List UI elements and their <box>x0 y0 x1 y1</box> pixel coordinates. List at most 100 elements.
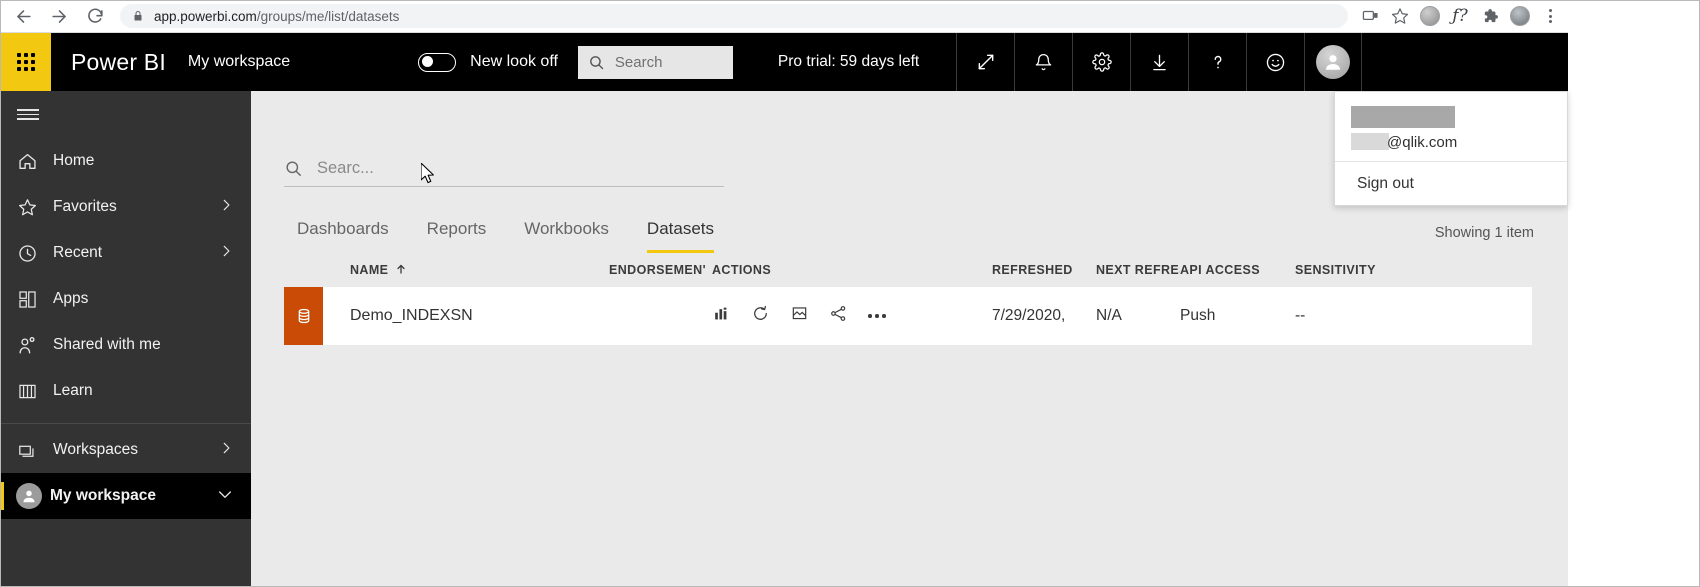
new-look-toggle[interactable] <box>418 52 457 72</box>
sidebar-item-label: Learn <box>53 382 93 399</box>
column-header-endorsement[interactable]: ENDORSEMEN' <box>609 263 712 277</box>
sidebar-item-learn[interactable]: Learn <box>0 368 251 414</box>
forward-arrow-icon[interactable] <box>44 1 74 31</box>
header-search-placeholder: Search <box>614 53 663 71</box>
search-input[interactable]: Searc... <box>284 151 724 187</box>
sidebar-item-shared-with-me[interactable]: Shared with me <box>0 322 251 368</box>
row-action-icons <box>712 304 992 328</box>
header-icon-group <box>956 33 1363 91</box>
star-icon <box>17 197 45 218</box>
tab-reports[interactable]: Reports <box>427 219 487 253</box>
create-report-chart-icon[interactable] <box>712 304 731 328</box>
sidebar-item-label: Apps <box>53 290 89 307</box>
hamburger-menu-icon[interactable] <box>0 91 251 138</box>
sort-arrow-up-icon <box>395 263 407 278</box>
column-header-next-refresh[interactable]: NEXT REFRESI <box>1096 263 1180 277</box>
header-search-box[interactable]: Search <box>577 45 733 79</box>
browser-action-icons: ƒ? <box>1356 2 1568 30</box>
fx-extension-icon[interactable]: ƒ? <box>1446 2 1474 30</box>
account-identity: @qlik.com <box>1335 92 1567 161</box>
table-header-row: NAME ENDORSEMEN' ACTIONS REFRESHED NEXT … <box>251 253 1568 287</box>
dataset-refreshed: 7/29/2020, <box>992 307 1066 324</box>
account-dropdown-menu: @qlik.com Sign out <box>1334 91 1568 206</box>
waffle-grid <box>16 53 35 71</box>
sidebar-item-recent[interactable]: Recent <box>0 230 251 276</box>
right-page-filler <box>1568 0 1700 587</box>
url-domain: app.powerbi.com <box>154 8 257 24</box>
download-icon[interactable] <box>1130 33 1188 91</box>
sidebar-item-label: Home <box>53 152 95 169</box>
screen-root: app.powerbi.com/groups/me/list/datasets … <box>0 0 1700 587</box>
settings-gear-icon[interactable] <box>1072 33 1130 91</box>
column-header-name[interactable]: NAME <box>284 263 609 278</box>
back-arrow-icon[interactable] <box>8 1 38 31</box>
book-icon <box>17 381 45 402</box>
hamburger-lines <box>17 107 39 123</box>
sidebar-item-label: Shared with me <box>53 336 161 353</box>
content-tabs: Dashboards Reports Workbooks Datasets Sh… <box>251 209 1568 253</box>
tab-dashboards[interactable]: Dashboards <box>297 219 389 253</box>
browser-nav-buttons <box>0 1 110 31</box>
chevron-right-icon <box>219 441 233 460</box>
column-header-actions: ACTIONS <box>712 263 772 277</box>
dataset-name[interactable]: Demo_INDEXSN <box>323 307 609 325</box>
toggle-knob <box>422 56 434 67</box>
workspaces-stack-icon <box>17 440 45 461</box>
sidebar-divider <box>0 423 251 424</box>
puzzle-extensions-icon[interactable] <box>1476 2 1504 30</box>
chrome-menu-icon[interactable] <box>1536 2 1564 30</box>
sidebar-item-my-workspace[interactable]: My workspace <box>0 473 251 519</box>
header-center-group: New look off Search Pro trial: 59 days l… <box>418 45 919 79</box>
sidebar-item-apps[interactable]: Apps <box>0 276 251 322</box>
search-icon <box>590 55 604 69</box>
sign-out-button[interactable]: Sign out <box>1335 162 1567 205</box>
extension-circle-icon[interactable] <box>1416 2 1444 30</box>
column-header-refreshed[interactable]: REFRESHED <box>992 263 1096 277</box>
new-look-label: New look off <box>470 53 558 70</box>
address-bar[interactable]: app.powerbi.com/groups/me/list/datasets <box>120 4 1348 28</box>
share-icon[interactable] <box>829 304 848 328</box>
cast-icon[interactable] <box>1356 2 1384 30</box>
column-header-api-access[interactable]: API ACCESS <box>1180 263 1295 277</box>
url-path: /groups/me/list/datasets <box>256 8 400 24</box>
chevron-right-icon <box>219 244 233 263</box>
profile-avatar-icon[interactable] <box>1506 2 1534 30</box>
dataset-sensitivity: -- <box>1295 307 1306 324</box>
profile-avatar-glyph <box>1510 6 1530 26</box>
powerbi-header: Power BI My workspace New look off Searc… <box>0 33 1568 91</box>
bookmark-star-icon[interactable] <box>1386 2 1414 30</box>
sidebar-item-favorites[interactable]: Favorites <box>0 184 251 230</box>
chevron-down-icon <box>217 486 233 507</box>
help-question-icon[interactable] <box>1188 33 1246 91</box>
column-header-name-label: NAME <box>350 263 389 277</box>
fullscreen-expand-icon[interactable] <box>956 33 1014 91</box>
notifications-bell-icon[interactable] <box>1014 33 1072 91</box>
account-avatar-icon[interactable] <box>1304 33 1363 91</box>
refresh-now-icon[interactable] <box>751 304 770 328</box>
header-workspace-label[interactable]: My workspace <box>188 53 290 71</box>
column-header-sensitivity[interactable]: SENSITIVITY <box>1295 263 1425 277</box>
dataset-icon <box>284 287 323 345</box>
sidebar-item-label: My workspace <box>50 487 156 504</box>
tab-workbooks[interactable]: Workbooks <box>524 219 609 253</box>
email-redaction-block <box>1351 133 1389 150</box>
sidebar-item-workspaces[interactable]: Workspaces <box>0 427 251 473</box>
sidebar-item-label: Recent <box>53 244 103 261</box>
powerbi-brand[interactable]: Power BI <box>71 49 166 76</box>
table-row[interactable]: Demo_INDEXSN 7/29/2020, N/A Push -- <box>284 287 1532 345</box>
more-options-icon[interactable] <box>868 314 886 318</box>
reload-icon[interactable] <box>80 1 110 31</box>
sidebar-item-label: Favorites <box>53 198 117 215</box>
person-share-icon <box>17 335 45 356</box>
app-launcher-waffle-icon[interactable] <box>0 33 51 91</box>
search-icon <box>286 161 302 177</box>
sidebar-item-home[interactable]: Home <box>0 138 251 184</box>
avatar <box>1316 45 1351 79</box>
search-placeholder: Searc... <box>317 159 374 177</box>
tab-datasets[interactable]: Datasets <box>646 219 715 253</box>
feedback-smiley-icon[interactable] <box>1246 33 1304 91</box>
sidebar-item-label: Workspaces <box>53 441 138 458</box>
dataset-next-refresh: N/A <box>1096 307 1122 324</box>
analyze-in-excel-icon[interactable] <box>790 304 809 328</box>
lock-icon <box>132 10 144 22</box>
